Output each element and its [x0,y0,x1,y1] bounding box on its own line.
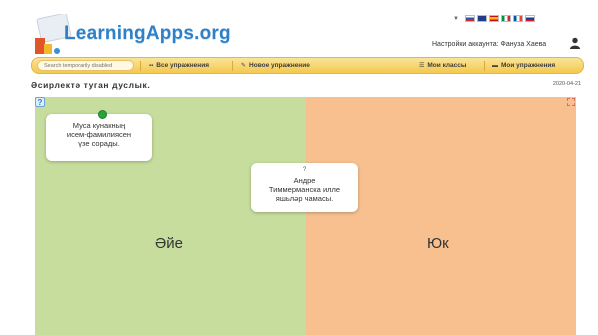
card-text-line: яшьләр чамасы. [275,194,334,203]
app-date: 2020-04-21 [552,81,581,87]
account-settings-link[interactable]: Настройки аккаунта: Фануза Хаева [432,41,546,48]
folder-icon: ▬ [492,63,498,69]
app-title-row: Әсирлектә туган дуслык. 2020-04-21 [31,80,584,93]
chevron-down-icon[interactable]: ▼ [453,16,459,22]
grid-icon: ▪▪ [149,63,154,69]
fullscreen-icon[interactable] [567,98,575,106]
nav-my-exercises[interactable]: ▬ Мои упражнения [492,61,555,71]
drop-zone-yes-label: Әйе [155,235,184,252]
svg-text:?: ? [38,98,43,107]
french-flag-icon[interactable] [512,15,523,22]
nav-all-exercises[interactable]: ▪▪ Все упражнения [149,61,209,71]
logo-text[interactable]: LearningApps.org [64,23,231,45]
nav-divider [232,61,233,71]
header: LearningApps.org ▼ Настройки аккаунта: Ф… [0,0,598,57]
help-icon[interactable]: ? [35,97,45,107]
list-icon: ☰ [419,63,425,69]
card-text-line: исем-фамилиясен [66,130,132,139]
pencil-icon: ✎ [241,63,247,69]
slovenian-flag-icon[interactable] [524,15,535,22]
nav-divider [140,61,141,71]
draggable-card[interactable]: Муса кунакның исем-фамилиясен үзе сорады… [46,110,152,161]
card-text-line: үзе сорады. [78,139,120,148]
nav-my-classes-label: Мои классы [427,62,467,69]
drop-zone-no[interactable] [306,97,576,335]
search-input[interactable] [37,60,134,71]
spanish-flag-icon[interactable] [488,15,499,22]
italian-flag-icon[interactable] [500,15,511,22]
main-navbar: ▪▪Все упражнения ✎Новое упражнение ☰Мои … [31,57,584,74]
language-selector[interactable]: ▼ [453,14,535,23]
card-text-line: Муса кунакның [72,121,126,130]
nav-new-exercise-label: Новое упражнение [249,62,310,69]
nav-new-exercise[interactable]: ✎ Новое упражнение [241,61,310,71]
nav-divider [484,61,485,71]
british-flag-icon[interactable] [476,15,487,22]
page-title: Әсирлектә туган дуслык. [31,80,151,90]
nav-all-exercises-label: Все упражнения [156,62,209,69]
user-icon[interactable] [569,37,581,49]
drop-zone-no-label: Юк [427,235,449,252]
draggable-card[interactable]: ? Андре Тиммерманска илле яшьләр чамасы. [251,163,358,212]
card-question-marker: ? [302,167,307,173]
card-text-line: Тиммерманска илле [268,185,341,194]
card-pin-indicator [98,110,107,119]
card-text-line: Андре [293,176,316,185]
group-puzzle-app: Әйе Юк Муса кунакның исем-фамилиясен үзе… [35,97,576,335]
nav-my-classes[interactable]: ☰ Мои классы [419,61,466,71]
nav-my-exercises-label: Мои упражнения [501,62,556,69]
russian-flag-icon[interactable] [464,15,475,22]
